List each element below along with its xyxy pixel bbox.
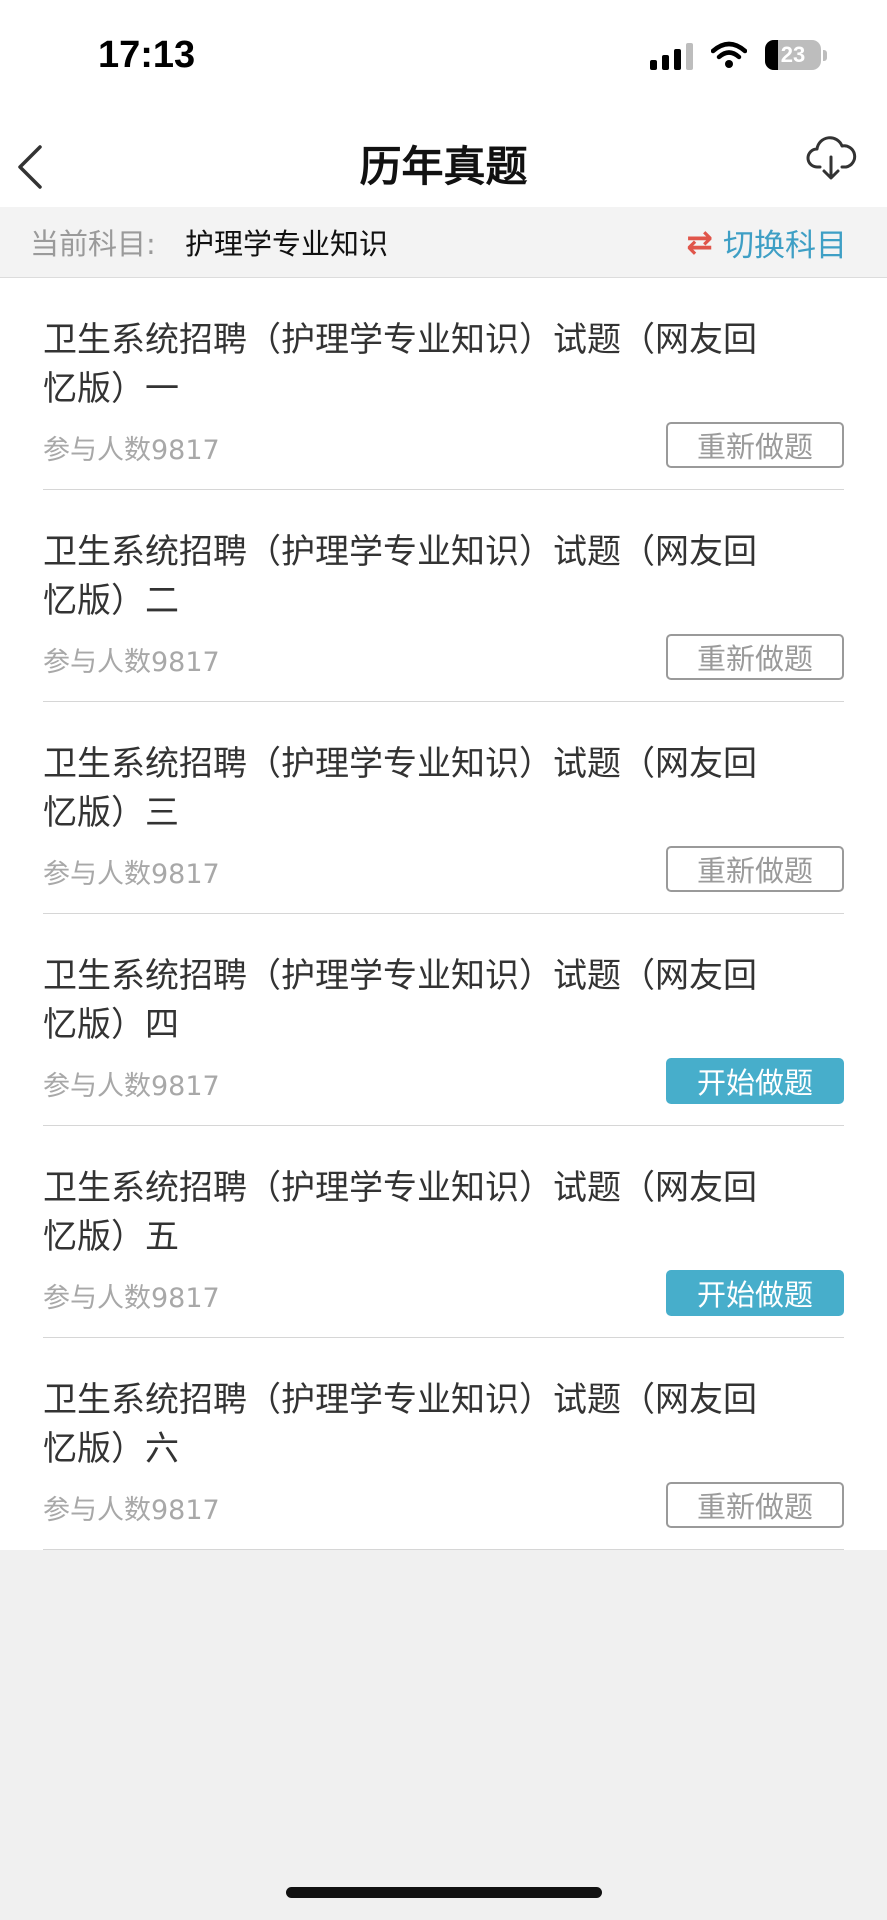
- exam-list-item[interactable]: 卫生系统招聘（护理学专业知识）试题（网友回忆版）六 参与人数9817 重新做题: [43, 1338, 844, 1550]
- cloud-download-icon: [806, 136, 857, 180]
- battery-icon: 23: [765, 40, 821, 70]
- current-subject-name: 护理学专业知识: [185, 227, 389, 261]
- exam-title: 卫生系统招聘（护理学专业知识）试题（网友回忆版）六: [43, 1380, 757, 1469]
- exam-list-item[interactable]: 卫生系统招聘（护理学专业知识）试题（网友回忆版）四 参与人数9817 开始做题: [43, 914, 844, 1126]
- battery-cap: [823, 49, 827, 61]
- start-button[interactable]: 开始做题: [666, 1058, 844, 1104]
- exam-title: 卫生系统招聘（护理学专业知识）试题（网友回忆版）四: [43, 956, 757, 1045]
- participant-count: 参与人数9817: [43, 1283, 220, 1314]
- exam-title: 卫生系统招聘（护理学专业知识）试题（网友回忆版）三: [43, 744, 757, 833]
- redo-button[interactable]: 重新做题: [666, 846, 844, 892]
- current-subject-label: 当前科目:: [30, 227, 156, 261]
- download-button[interactable]: [805, 133, 857, 185]
- participant-count: 参与人数9817: [43, 647, 220, 678]
- redo-button[interactable]: 重新做题: [666, 634, 844, 680]
- exam-title: 卫生系统招聘（护理学专业知识）试题（网友回忆版）二: [43, 532, 757, 621]
- top-area: 17:13 23 历年真题: [0, 0, 887, 207]
- cellular-signal-icon: [650, 40, 693, 70]
- start-button[interactable]: 开始做题: [666, 1270, 844, 1316]
- swap-arrows-icon: ⇄: [686, 223, 713, 261]
- nav-bar: 历年真题: [0, 115, 887, 207]
- wifi-icon: [711, 41, 747, 68]
- exam-title: 卫生系统招聘（护理学专业知识）试题（网友回忆版）五: [43, 1168, 757, 1257]
- switch-subject-button[interactable]: ⇄ 切换科目: [686, 220, 847, 265]
- page-title: 历年真题: [359, 142, 528, 191]
- subject-bar: 当前科目: 护理学专业知识 ⇄ 切换科目: [0, 207, 887, 278]
- redo-button[interactable]: 重新做题: [666, 1482, 844, 1528]
- exam-list-item[interactable]: 卫生系统招聘（护理学专业知识）试题（网友回忆版）五 参与人数9817 开始做题: [43, 1126, 844, 1338]
- participant-count: 参与人数9817: [43, 859, 220, 890]
- exam-title: 卫生系统招聘（护理学专业知识）试题（网友回忆版）一: [43, 320, 757, 409]
- participant-count: 参与人数9817: [43, 1071, 220, 1102]
- switch-subject-label: 切换科目: [723, 227, 847, 264]
- battery-level: 23: [780, 42, 806, 67]
- status-time: 17:13: [98, 34, 196, 76]
- participant-count: 参与人数9817: [43, 435, 220, 466]
- participant-count: 参与人数9817: [43, 1495, 220, 1526]
- redo-button[interactable]: 重新做题: [666, 422, 844, 468]
- exam-list: 卫生系统招聘（护理学专业知识）试题（网友回忆版）一 参与人数9817 重新做题 …: [0, 278, 887, 1550]
- status-bar: 17:13 23: [0, 0, 887, 115]
- home-indicator[interactable]: [286, 1887, 602, 1898]
- exam-list-item[interactable]: 卫生系统招聘（护理学专业知识）试题（网友回忆版）二 参与人数9817 重新做题: [43, 490, 844, 702]
- status-icons: 23: [650, 40, 827, 70]
- exam-list-item[interactable]: 卫生系统招聘（护理学专业知识）试题（网友回忆版）三 参与人数9817 重新做题: [43, 702, 844, 914]
- exam-list-item[interactable]: 卫生系统招聘（护理学专业知识）试题（网友回忆版）一 参与人数9817 重新做题: [43, 278, 844, 490]
